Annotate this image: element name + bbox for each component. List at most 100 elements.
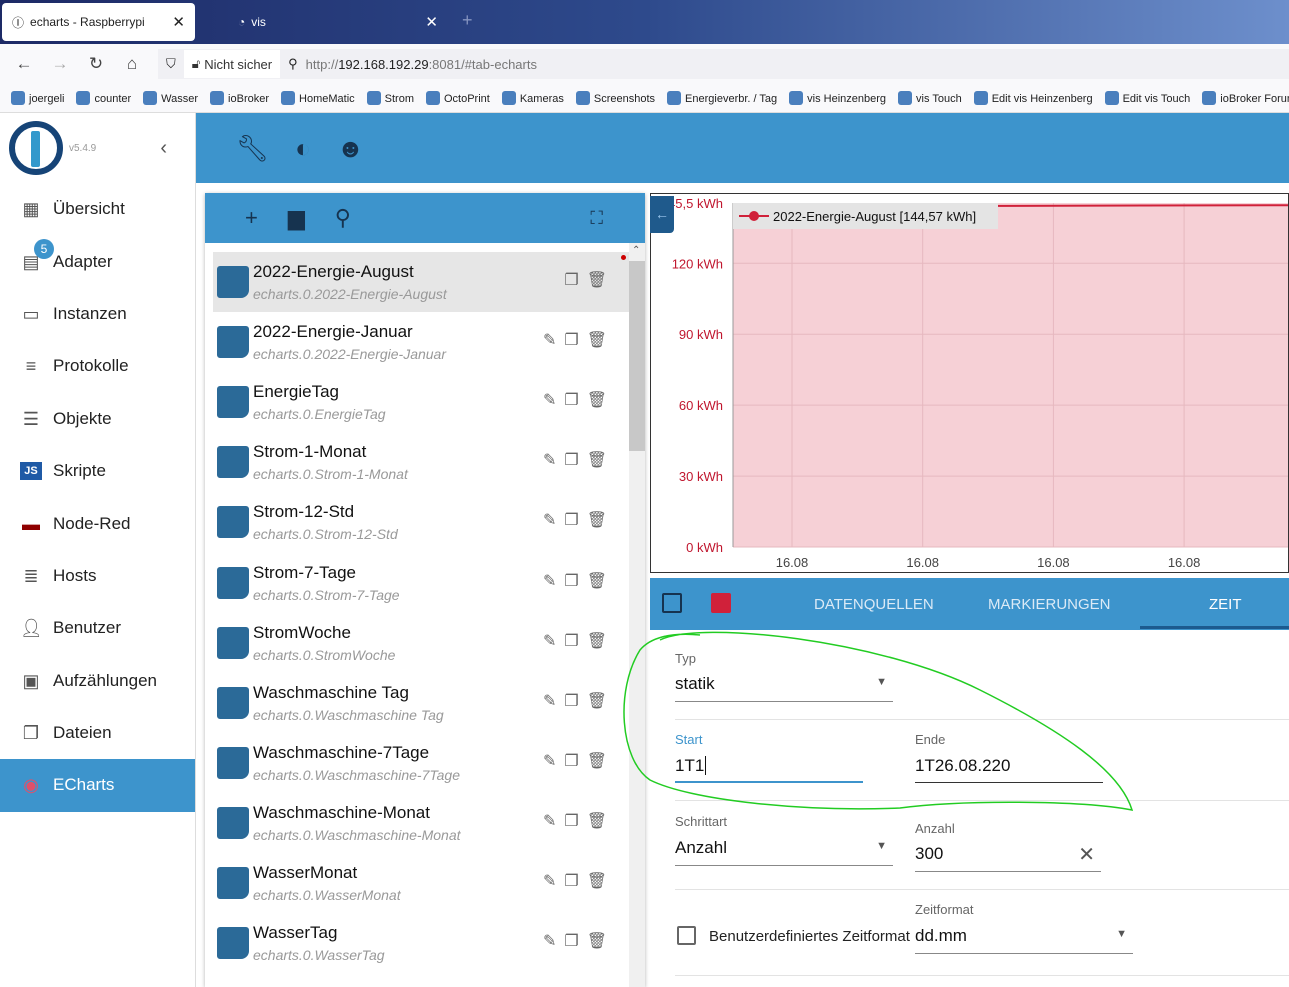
preset-list-item[interactable]: Strom-7-Tage echarts.0.Strom-7-Tage ✎ ❐ 🗑︎ — [213, 553, 629, 613]
theme-icon[interactable]: ◐ — [295, 133, 311, 164]
tab-markierungen[interactable]: MARKIERUNGEN — [988, 596, 1111, 613]
sidebar-item-echarts[interactable]: ◉ ECharts — [0, 759, 195, 812]
preset-list-item[interactable]: WasserTag echarts.0.WasserTag ✎ ❐ 🗑︎ — [213, 913, 629, 973]
fullscreen-icon[interactable]: ⛶ — [590, 208, 603, 229]
bookmark-item[interactable]: Kameras — [501, 91, 564, 105]
close-tab-icon[interactable]: ✕ — [425, 13, 438, 31]
tab-datenquellen[interactable]: DATENQUELLEN — [814, 596, 934, 613]
preset-list-item[interactable]: 2022-Energie-August echarts.0.2022-Energi… — [213, 252, 629, 312]
save-icon[interactable] — [711, 593, 731, 613]
custom-format-checkbox[interactable] — [677, 926, 696, 945]
anzahl-input[interactable]: 300 ✕ — [915, 844, 1101, 872]
delete-icon[interactable]: 🗑︎ — [587, 450, 607, 470]
bookmark-item[interactable]: Edit vis Touch — [1104, 91, 1190, 105]
edit-icon[interactable]: ✎ — [543, 691, 556, 711]
edit-icon[interactable]: ✎ — [543, 571, 556, 591]
copy-icon[interactable]: ❐ — [564, 631, 578, 651]
preset-list-item[interactable]: WasserMonat echarts.0.WasserMonat ✎ ❐ 🗑︎ — [213, 853, 629, 913]
preset-list-item[interactable]: EnergieTag echarts.0.EnergieTag ✎ ❐ 🗑︎ — [213, 372, 629, 432]
copy-icon[interactable]: ❐ — [564, 751, 578, 771]
typ-select[interactable]: statik ▼ — [675, 674, 893, 702]
expert-mode-icon[interactable]: ☻ — [337, 133, 364, 164]
edit-icon[interactable]: ✎ — [543, 871, 556, 891]
copy-icon[interactable]: ❐ — [564, 871, 578, 891]
bookmark-item[interactable]: counter — [76, 91, 131, 105]
delete-icon[interactable]: 🗑︎ — [587, 330, 607, 350]
start-input[interactable]: 1T1 — [675, 756, 863, 783]
preset-list-item[interactable]: 2022-Energie-Januar echarts.0.2022-Energi… — [213, 312, 629, 372]
tab-zeit[interactable]: ZEIT — [1209, 596, 1242, 613]
edit-icon[interactable]: ✎ — [543, 450, 556, 470]
close-tab-icon[interactable]: ✕ — [172, 13, 185, 31]
list-scrollbar[interactable]: ⌃ — [629, 243, 645, 987]
new-tab-icon[interactable]: + — [462, 10, 473, 31]
bookmark-item[interactable]: Energieverbr. / Tag — [667, 91, 777, 105]
copy-icon[interactable]: ❐ — [564, 931, 578, 951]
scroll-up-icon[interactable]: ⌃ — [632, 245, 640, 256]
copy-icon[interactable]: ❐ — [564, 390, 578, 410]
clear-icon[interactable]: ✕ — [1078, 842, 1095, 867]
delete-icon[interactable]: 🗑︎ — [587, 631, 607, 651]
security-indicator[interactable]: 🔓︎ Nicht sicher — [183, 50, 281, 78]
bookmark-item[interactable]: ioBroker Forum — [1202, 91, 1289, 105]
copy-icon[interactable]: ❐ — [564, 450, 578, 470]
bookmark-item[interactable]: Wasser — [143, 91, 198, 105]
copy-icon[interactable]: ❐ — [564, 270, 578, 290]
add-folder-icon[interactable]: ▆ — [288, 205, 305, 231]
edit-icon[interactable]: ✎ — [543, 751, 556, 771]
sidebar-item-protokolle[interactable]: ≡ Protokolle — [0, 340, 195, 392]
bookmark-item[interactable]: vis Touch — [898, 91, 962, 105]
copy-icon[interactable]: ❐ — [564, 510, 578, 530]
browser-tab-echarts[interactable]: Ⓘ echarts - Raspberrypi ✕ — [2, 3, 195, 41]
sidebar-item-adapter[interactable]: ▤ Adapter 5 — [0, 235, 195, 287]
url-field[interactable]: ⛉ 🔓︎ Nicht sicher ⚲ http://192.168.192.29… — [158, 49, 1289, 79]
bookmark-item[interactable]: HomeMatic — [281, 91, 355, 105]
url-text[interactable]: http://192.168.192.29:8081/#tab-echarts — [306, 57, 537, 72]
copy-icon[interactable]: ❐ — [564, 811, 578, 831]
delete-icon[interactable]: 🗑︎ — [587, 931, 607, 951]
scrollbar-thumb[interactable] — [629, 261, 645, 451]
bookmark-item[interactable]: joergeli — [11, 91, 64, 105]
ende-input[interactable]: 1T26.08.220 — [915, 756, 1103, 783]
delete-icon[interactable]: 🗑︎ — [587, 751, 607, 771]
sidebar-item-aufzählungen[interactable]: ▣ Aufzählungen — [0, 655, 195, 707]
edit-icon[interactable]: ✎ — [543, 811, 556, 831]
preset-list-item[interactable]: Waschmaschine Tag echarts.0.Waschmaschine… — [213, 673, 629, 733]
edit-icon[interactable]: ✎ — [543, 510, 556, 530]
bookmark-item[interactable]: ioBroker — [210, 91, 269, 105]
copy-icon[interactable]: ❐ — [564, 571, 578, 591]
edit-icon[interactable]: ✎ — [543, 631, 556, 651]
search-icon[interactable]: ⚲ — [335, 205, 351, 231]
edit-icon[interactable]: ✎ — [543, 390, 556, 410]
bookmark-item[interactable]: vis Heinzenberg — [789, 91, 886, 105]
delete-icon[interactable]: 🗑︎ — [587, 571, 607, 591]
delete-icon[interactable]: 🗑︎ — [587, 691, 607, 711]
copy-icon[interactable]: ❐ — [564, 330, 578, 350]
collapse-list-button[interactable]: ← — [650, 196, 674, 233]
sidebar-item-instanzen[interactable]: ▭ Instanzen — [0, 288, 195, 340]
delete-icon[interactable]: 🗑︎ — [587, 811, 607, 831]
back-icon[interactable]: ← — [6, 54, 42, 74]
select-checkbox[interactable] — [662, 593, 682, 613]
copy-icon[interactable]: ❐ — [564, 691, 578, 711]
bookmark-item[interactable]: OctoPrint — [425, 91, 490, 105]
sidebar-item-dateien[interactable]: ❐ Dateien — [0, 707, 195, 759]
sidebar-item-übersicht[interactable]: ▦ Übersicht — [0, 183, 195, 235]
preset-list-item[interactable]: Waschmaschine-Monat echarts.0.Waschmaschi… — [213, 793, 629, 853]
delete-icon[interactable]: 🗑︎ — [587, 270, 607, 290]
preset-list-item[interactable]: Strom-12-Std echarts.0.Strom-12-Std ✎ ❐ 🗑︎ — [213, 492, 629, 552]
bookmark-item[interactable]: Edit vis Heinzenberg — [973, 91, 1093, 105]
forward-icon[interactable]: → — [42, 54, 78, 74]
reload-icon[interactable]: ↻ — [78, 54, 114, 74]
schrittart-select[interactable]: Anzahl ▼ — [675, 838, 893, 866]
sidebar-item-benutzer[interactable]: 👤︎ Benutzer — [0, 602, 195, 654]
edit-icon[interactable]: ✎ — [543, 330, 556, 350]
sidebar-item-hosts[interactable]: ≣ Hosts — [0, 550, 195, 602]
delete-icon[interactable]: 🗑︎ — [587, 871, 607, 891]
delete-icon[interactable]: 🗑︎ — [587, 390, 607, 410]
sidebar-item-skripte[interactable]: JS Skripte — [0, 445, 195, 497]
sidebar-item-node-red[interactable]: ▬ Node-Red — [0, 497, 195, 549]
wrench-icon[interactable]: 🔧︎ — [236, 133, 269, 164]
preset-list-item[interactable]: Strom-1-Monat echarts.0.Strom-1-Monat ✎ ❐ 🗑︎ — [213, 432, 629, 492]
preset-list-item[interactable]: StromWoche echarts.0.StromWoche ✎ ❐ 🗑︎ — [213, 613, 629, 673]
